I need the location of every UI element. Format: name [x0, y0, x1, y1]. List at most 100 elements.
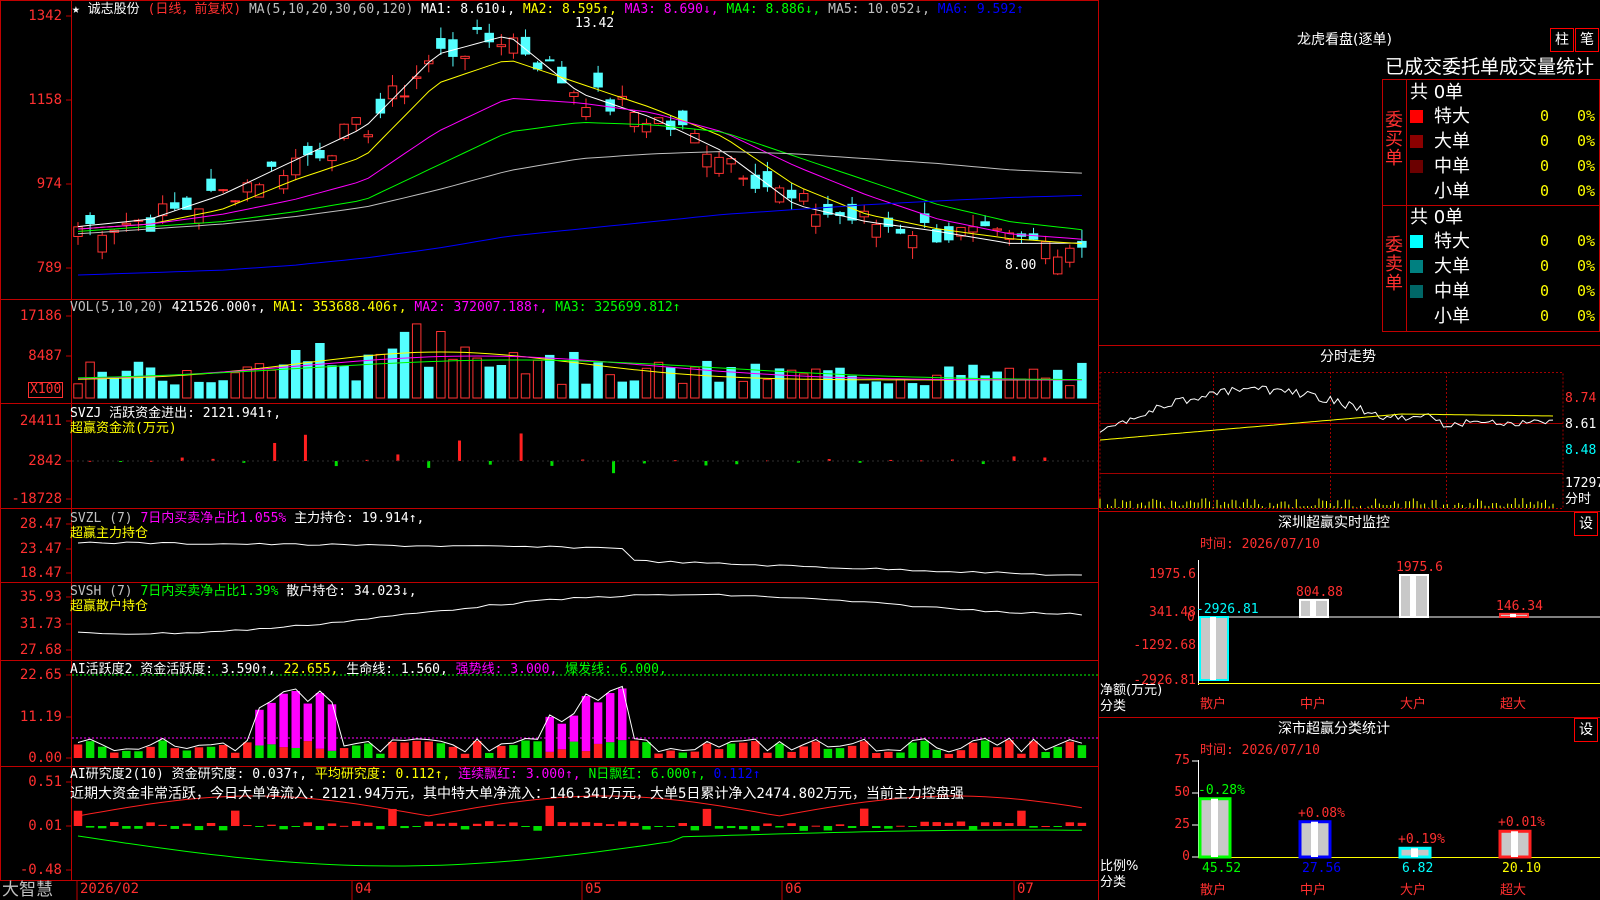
intraday-price-label: 8.48 [1565, 443, 1597, 458]
activity-bar [642, 742, 651, 758]
activity-bar [968, 742, 978, 758]
activity-bar [1017, 753, 1026, 758]
activity-bar [400, 742, 409, 758]
research-bar [763, 823, 772, 826]
activity-bar [472, 741, 482, 758]
tick-mode-button[interactable]: 笔 [1575, 28, 1599, 52]
candle-body [871, 223, 882, 238]
volume-bar [109, 378, 120, 399]
research-bar [739, 826, 748, 830]
legend-item: 421526.000↑, [171, 300, 274, 315]
ma-line-5 [77, 151, 1082, 235]
volume-bar [460, 346, 470, 399]
research-bar [448, 822, 458, 826]
lhb-side-label: 委卖单 [1385, 235, 1403, 294]
classify-category: 散户 [1200, 883, 1227, 898]
classify-settings-button[interactable]: 设 [1574, 718, 1598, 742]
lhb-total: 共 0单 [1410, 207, 1464, 228]
candle-body [798, 193, 809, 202]
activity-bar [291, 747, 300, 758]
candle-body [496, 44, 507, 48]
volume-bar [835, 367, 845, 399]
high-price-marker: 13.42 [575, 16, 615, 31]
activity-bar [424, 741, 433, 758]
activity-bar [775, 743, 784, 758]
activity-bar [545, 751, 554, 758]
candle-body [230, 200, 240, 203]
research-bar [908, 826, 917, 827]
fund-flow-bar [612, 461, 616, 474]
research-bar [521, 826, 530, 827]
monitor-settings-button[interactable]: 设 [1574, 512, 1598, 536]
candle-body [97, 234, 107, 253]
activity-bar [351, 745, 361, 758]
volume-bar [315, 342, 325, 399]
volume-bar [436, 331, 446, 399]
research-bar [364, 822, 373, 826]
activity-bar [690, 751, 700, 758]
y-axis-label: 0.51 [28, 774, 62, 790]
research-bar [436, 823, 446, 826]
volume-bar [932, 374, 942, 399]
research-bar [666, 826, 675, 827]
brand-logo[interactable]: 大智慧 [2, 880, 53, 900]
classify-time: 时间: 2026/07/10 [1200, 743, 1320, 758]
activity-bar [122, 750, 131, 758]
bar-mode-button[interactable]: 柱 [1550, 28, 1574, 52]
candle-body [460, 55, 470, 59]
fund-flow-bar [303, 434, 307, 461]
research-bar [376, 826, 385, 830]
candle-body [593, 72, 603, 88]
svzl-legend: SVZL (7) 7日内买卖净占比1.055% 主力持仓: 19.914↑, [70, 511, 424, 526]
activity-bar [509, 745, 518, 758]
research-group [73, 805, 1087, 831]
research-bar [412, 826, 421, 827]
research-bar [158, 824, 167, 826]
volume-bar [1052, 369, 1063, 399]
volume-bar [774, 368, 785, 399]
fund-flow-bar [334, 461, 338, 467]
volume-bar [339, 365, 349, 399]
volume-bar [145, 367, 156, 399]
volume-bar [798, 373, 809, 399]
research-bar [872, 826, 881, 828]
activity-spike-bar [545, 716, 554, 752]
favorite-star-icon[interactable]: ★ [72, 2, 80, 17]
fund-flow-bar [488, 461, 492, 465]
fund-flow-bar [550, 461, 554, 466]
legend-item: AI活跃度2 资金活跃度: 3.590↑, [70, 662, 284, 677]
research-bar [642, 826, 651, 830]
activity-bar [364, 743, 373, 758]
research-bar [811, 825, 821, 827]
research-bar [291, 826, 300, 827]
main-chart-canvas[interactable] [0, 0, 1600, 900]
volume-bar [1077, 362, 1087, 399]
research-bar [654, 826, 663, 827]
classify-x-title: 分类 [1100, 875, 1127, 890]
fund-flow-bar [427, 461, 431, 468]
research-bar [85, 826, 95, 828]
activity-bar [521, 740, 530, 758]
research-bar [1005, 823, 1014, 826]
legend-item: MA2: 372007.188↑, [414, 300, 556, 315]
activity-bar [485, 752, 494, 758]
activity-bar [847, 745, 857, 758]
legend-item: 强势线: 3.000, [455, 662, 566, 677]
volume-bar [665, 367, 676, 399]
vol-ma-line [77, 351, 1082, 381]
research-bar [182, 823, 192, 826]
legend-item: 爆发线: 6.000, [565, 662, 667, 677]
activity-bar [908, 742, 917, 758]
fund-flow-bar [1043, 457, 1047, 461]
volume-bar [327, 365, 337, 399]
research-bar [231, 810, 240, 826]
stock-name[interactable]: 诚志股份 [88, 2, 140, 17]
classify-category: 大户 [1400, 883, 1427, 898]
vol-unit-badge[interactable]: X100 [28, 382, 64, 398]
volume-bar [363, 354, 374, 399]
candle-body [980, 221, 990, 227]
legend-item: MA1: 353688.406↑, [273, 300, 415, 315]
volume-bar [883, 383, 894, 399]
research-bar [97, 826, 107, 829]
period-label[interactable]: (日线，前复权) [148, 2, 242, 17]
